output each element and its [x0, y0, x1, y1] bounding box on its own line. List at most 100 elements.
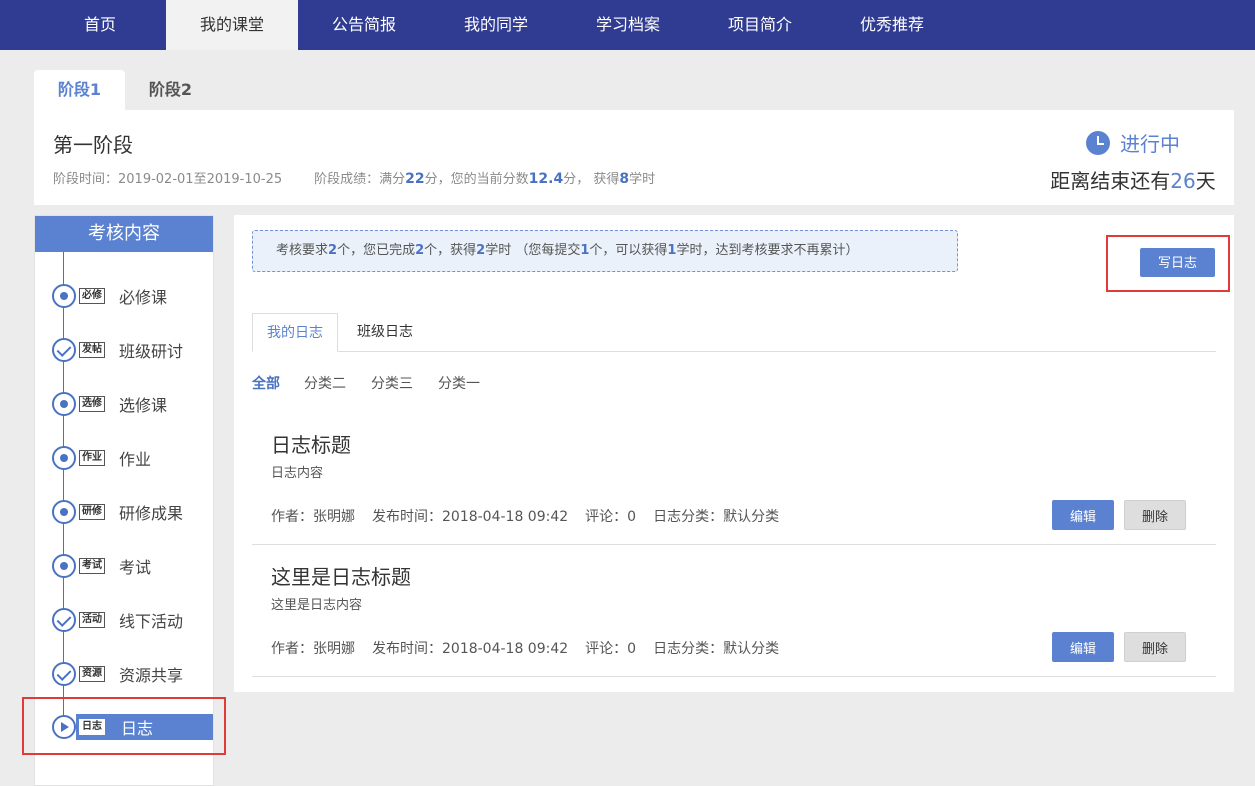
entry-content: 这里是日志内容	[271, 598, 363, 613]
write-journal-button[interactable]: 写日志	[1140, 248, 1215, 277]
sidebar-badge: 发帖	[79, 342, 105, 358]
nav-item-learning-records[interactable]: 学习档案	[562, 0, 694, 50]
sidebar-item-elective-course[interactable]: 选修 选修课	[35, 389, 213, 419]
notice-text: 个，获得	[424, 243, 477, 258]
sidebar-title: 考核内容	[35, 216, 213, 252]
nav-item-home[interactable]: 首页	[34, 0, 166, 50]
stage-title: 第一阶段	[53, 133, 133, 157]
notice-text: 考核要求	[276, 243, 329, 258]
sidebar-badge: 作业	[79, 450, 105, 466]
current-score: 12.4	[528, 171, 564, 187]
score-mid: 分，您的当前分数	[424, 172, 529, 187]
sidebar-item-class-discussion[interactable]: 发帖 班级研讨	[35, 335, 213, 365]
nav-item-recommended[interactable]: 优秀推荐	[826, 0, 958, 50]
entry-time: 发布时间：2018-04-18 09:42	[372, 641, 569, 657]
sidebar-item-journal[interactable]: 日志 日志	[35, 714, 213, 740]
sidebar-item-resource-sharing[interactable]: 资源 资源共享	[35, 659, 213, 689]
entry-meta: 作者：张明娜 发布时间：2018-04-18 09:42 评论：0 日志分类：默认分类	[271, 638, 796, 658]
dot-icon	[52, 446, 76, 470]
stage-time-prefix: 阶段时间：	[53, 172, 119, 187]
notice-text: 学时 （您每提交	[485, 243, 581, 258]
countdown-days: 26	[1170, 169, 1196, 193]
notice-text: 学时，达到考核要求不再累计）	[676, 243, 859, 258]
sidebar-badge: 研修	[79, 504, 105, 520]
entry-content: 日志内容	[271, 466, 324, 481]
stage-status: 进行中 距离结束还有26天	[1048, 128, 1218, 194]
earned-hours: 8	[619, 171, 630, 187]
sidebar-item-label: 考试	[119, 558, 152, 577]
check-icon	[52, 608, 76, 632]
full-score: 22	[405, 171, 425, 187]
sidebar-badge: 选修	[79, 396, 105, 412]
filter-category-2[interactable]: 分类二	[304, 373, 346, 393]
stage-info-panel: 第一阶段 阶段时间：2019-02-01至2019-10-25 阶段成绩：满分22…	[34, 110, 1234, 205]
nav-item-project-intro[interactable]: 项目简介	[694, 0, 826, 50]
delete-button[interactable]: 删除	[1124, 500, 1186, 530]
journal-tabs: 我的日志 班级日志	[252, 313, 1216, 352]
tab-stage-2[interactable]: 阶段2	[125, 70, 216, 110]
sidebar-item-required-course[interactable]: 必修 必修课	[35, 281, 213, 311]
entry-category: 日志分类：默认分类	[653, 641, 780, 657]
top-nav: 首页 我的课堂 公告简报 我的同学 学习档案 项目简介 优秀推荐	[0, 0, 1255, 50]
tab-my-journal[interactable]: 我的日志	[252, 313, 338, 352]
score-mid2: 分， 获得	[563, 172, 620, 187]
notice-completed: 2	[415, 243, 425, 258]
sidebar-item-label: 选修课	[119, 396, 168, 415]
sidebar-item-label: 线下活动	[119, 612, 184, 631]
sidebar-badge: 日志	[79, 719, 105, 735]
journal-entry: 日志标题 日志内容 作者：张明娜 发布时间：2018-04-18 09:42 评论：…	[252, 413, 1216, 545]
sidebar-badge: 资源	[79, 666, 105, 682]
sidebar-item-label: 研修成果	[119, 504, 184, 523]
sidebar-item-label: 作业	[119, 450, 152, 469]
entry-category: 日志分类：默认分类	[653, 509, 780, 525]
dot-icon	[52, 284, 76, 308]
entry-time: 发布时间：2018-04-18 09:42	[372, 509, 569, 525]
score-prefix: 阶段成绩：满分	[314, 172, 406, 187]
tab-class-journal[interactable]: 班级日志	[343, 313, 427, 352]
sidebar-item-offline-activity[interactable]: 活动 线下活动	[35, 605, 213, 635]
countdown-prefix: 距离结束还有	[1050, 169, 1171, 193]
sidebar-badge: 活动	[79, 612, 105, 628]
sidebar-item-label: 资源共享	[119, 666, 184, 685]
dot-icon	[52, 500, 76, 524]
dot-icon	[52, 392, 76, 416]
notice-required: 2	[328, 243, 338, 258]
countdown: 距离结束还有26天	[1048, 165, 1218, 194]
entry-title[interactable]: 这里是日志标题	[271, 561, 411, 590]
sidebar-badge: 考试	[79, 558, 105, 574]
nav-item-my-classroom[interactable]: 我的课堂	[166, 0, 298, 50]
filter-category-1[interactable]: 分类一	[438, 373, 480, 393]
edit-button[interactable]: 编辑	[1052, 500, 1114, 530]
stage-meta: 阶段时间：2019-02-01至2019-10-25 阶段成绩：满分22分，您的当…	[53, 168, 655, 187]
notice-text: 个，您已完成	[337, 243, 416, 258]
assessment-sidebar: 考核内容 必修 必修课 发帖 班级研讨 选修 选修课 作业 作业 研修 研修成果…	[34, 215, 214, 786]
sidebar-item-research-results[interactable]: 研修 研修成果	[35, 497, 213, 527]
journal-entry: 这里是日志标题 这里是日志内容 作者：张明娜 发布时间：2018-04-18 09…	[252, 545, 1216, 677]
nav-item-classmates[interactable]: 我的同学	[430, 0, 562, 50]
entry-author: 作者：张明娜	[271, 509, 355, 525]
status-text: 进行中	[1120, 132, 1180, 156]
filter-all[interactable]: 全部	[252, 373, 280, 393]
notice-text: 个，可以获得	[589, 243, 668, 258]
tab-stage-1[interactable]: 阶段1	[34, 70, 125, 110]
entry-comments: 评论：0	[585, 509, 637, 525]
nav-item-announcements[interactable]: 公告简报	[298, 0, 430, 50]
entry-comments: 评论：0	[585, 641, 637, 657]
clock-icon	[1086, 130, 1110, 155]
filter-category-3[interactable]: 分类三	[371, 373, 413, 393]
assessment-notice: 考核要求2个，您已完成2个，获得2学时 （您每提交1个，可以获得1学时，达到考核…	[252, 230, 958, 272]
check-icon	[52, 662, 76, 686]
stage-time-range: 2019-02-01至2019-10-25	[118, 172, 283, 187]
sidebar-item-label: 日志	[121, 719, 154, 738]
notice-earned: 2	[476, 243, 486, 258]
sidebar-item-label: 必修课	[119, 288, 168, 307]
entry-title[interactable]: 日志标题	[271, 429, 351, 458]
dot-icon	[52, 554, 76, 578]
score-suffix: 学时	[629, 172, 656, 187]
sidebar-item-exam[interactable]: 考试 考试	[35, 551, 213, 581]
entry-meta: 作者：张明娜 发布时间：2018-04-18 09:42 评论：0 日志分类：默认分类	[271, 506, 796, 526]
edit-button[interactable]: 编辑	[1052, 632, 1114, 662]
delete-button[interactable]: 删除	[1124, 632, 1186, 662]
sidebar-item-label: 班级研讨	[119, 342, 184, 361]
sidebar-item-homework[interactable]: 作业 作业	[35, 443, 213, 473]
